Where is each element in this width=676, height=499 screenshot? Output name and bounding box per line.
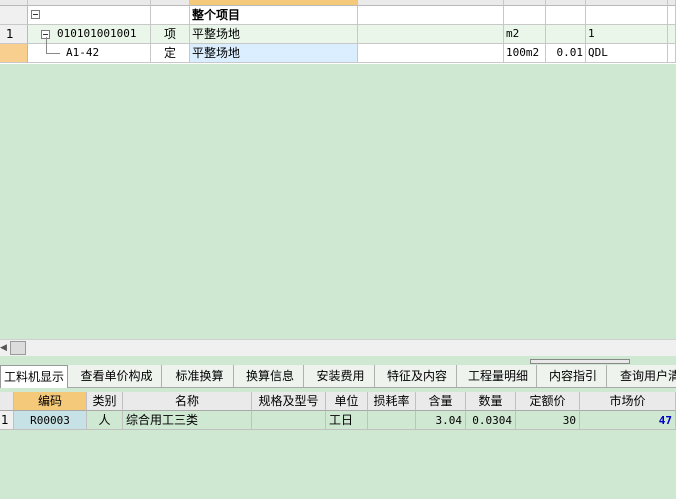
name-cell[interactable]: 平整场地 [190,44,358,63]
qty-cell[interactable]: 0.01 [546,44,586,63]
unit-cell[interactable]: m2 [504,25,546,44]
tab-conversion-info[interactable]: 换算信息 [237,365,304,387]
collapse-icon[interactable] [31,10,40,19]
row-number: 1 [0,25,28,44]
category-cell[interactable]: 人 [87,411,123,430]
header-base-price[interactable]: 定额价 [516,392,580,411]
unit-cell[interactable]: 工日 [326,411,368,430]
expr-cell[interactable]: QDL [586,44,668,63]
spec-cell[interactable] [252,411,326,430]
loss-rate-cell[interactable] [368,411,416,430]
extra-cell [668,44,676,63]
spec-cell[interactable] [358,25,504,44]
tab-user-list[interactable]: 查询用户清 [610,365,676,387]
tree-line [46,37,47,53]
market-price-cell[interactable]: 47 [580,411,676,430]
grid-header-rownum [0,392,14,411]
type-cell[interactable]: 项 [151,25,190,44]
name-cell[interactable]: 整个项目 [190,6,358,25]
tab-content-guide[interactable]: 内容指引 [540,365,607,387]
row-number [0,44,28,63]
type-cell[interactable]: 定 [151,44,190,63]
header-unit[interactable]: 单位 [326,392,368,411]
header-name[interactable]: 名称 [123,392,252,411]
content-cell[interactable]: 3.04 [416,411,466,430]
header-category[interactable]: 类别 [87,392,123,411]
extra-cell [668,6,676,25]
tab-standard-conversion[interactable]: 标准换算 [166,365,234,387]
scroll-thumb[interactable] [10,341,26,355]
expr-cell[interactable] [586,6,668,25]
expr-cell[interactable]: 1 [586,25,668,44]
name-cell[interactable]: 平整场地 [190,25,358,44]
splitter-handle[interactable] [530,359,630,364]
qty-cell[interactable] [546,6,586,25]
extra-cell [668,25,676,44]
row-number: 1 [0,411,14,430]
base-price-cell[interactable]: 30 [516,411,580,430]
type-cell[interactable] [151,6,190,25]
header-spec[interactable]: 规格及型号 [252,392,326,411]
header-loss-rate[interactable]: 损耗率 [368,392,416,411]
item-grid: 整个项目 1 010101001001 项 平整场地 m2 1 A1-42 定 … [0,0,676,64]
code-cell[interactable]: R00003 [14,411,87,430]
quantity-cell[interactable]: 0.0304 [466,411,516,430]
spec-cell[interactable] [358,44,504,63]
tab-quantity-detail[interactable]: 工程量明细 [460,365,537,387]
unit-cell[interactable]: 100m2 [504,44,546,63]
tab-unit-price[interactable]: 查看单价构成 [72,365,162,387]
tab-labor-material[interactable]: 工料机显示 [0,365,68,388]
spec-cell[interactable] [358,6,504,25]
qty-cell[interactable] [546,25,586,44]
header-quantity[interactable]: 数量 [466,392,516,411]
unit-cell[interactable] [504,6,546,25]
tree-cell[interactable] [28,6,151,25]
tree-line [46,53,60,54]
header-content[interactable]: 含量 [416,392,466,411]
tab-features[interactable]: 特征及内容 [378,365,457,387]
row-number [0,6,28,25]
header-code[interactable]: 编码 [14,392,87,411]
name-cell[interactable]: 综合用工三类 [123,411,252,430]
tab-bar: 工料机显示 查看单价构成 标准换算 换算信息 安装费用 特征及内容 工程量明细 … [0,365,676,388]
header-market-price[interactable]: 市场价 [580,392,676,411]
scroll-left-arrow-icon[interactable]: ◀ [0,343,7,353]
horizontal-scrollbar[interactable]: ◀ [0,339,676,356]
tab-install-fee[interactable]: 安装费用 [307,365,375,387]
